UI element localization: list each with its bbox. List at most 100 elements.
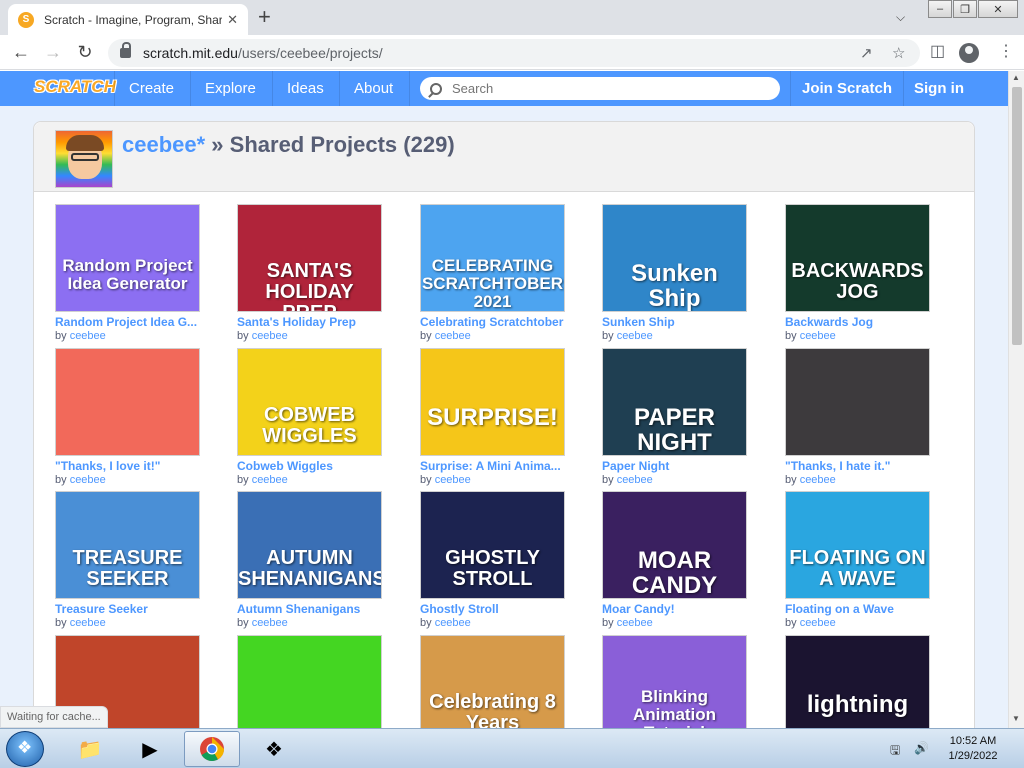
tab-close-icon[interactable]: ✕ <box>227 12 238 28</box>
project-thumbnail[interactable]: SURPRISE! <box>420 348 565 456</box>
project-card[interactable]: Blinking Animation Tutorial <box>602 635 749 728</box>
project-thumbnail[interactable]: GHOSTLY STROLL <box>420 491 565 599</box>
author-link[interactable]: ceebee <box>617 617 653 629</box>
user-avatar[interactable] <box>55 130 113 188</box>
page-scrollbar[interactable]: ▲ ▼ <box>1008 71 1024 728</box>
project-card[interactable]: PAPER NIGHT Paper Night by ceebee <box>602 348 749 486</box>
search-input[interactable] <box>452 81 752 96</box>
browser-menu-icon[interactable]: ⋮ <box>998 41 1014 61</box>
nav-ideas-link[interactable]: Ideas <box>287 80 324 97</box>
forward-arrow-icon[interactable]: → <box>42 41 64 63</box>
project-thumbnail[interactable]: BACKWARDS JOG <box>785 204 930 312</box>
project-title-link[interactable]: Floating on a Wave <box>785 602 932 616</box>
project-title-link[interactable]: Treasure Seeker <box>55 602 202 616</box>
join-scratch-link[interactable]: Join Scratch <box>802 80 892 97</box>
project-title-link[interactable]: Autumn Shenanigans <box>237 602 384 616</box>
explorer-folder-icon[interactable]: 📁 <box>62 731 118 767</box>
author-link[interactable]: ceebee <box>252 330 288 342</box>
project-thumbnail[interactable]: FLOATING ON A WAVE <box>785 491 930 599</box>
chrome-taskbar-icon[interactable] <box>184 731 240 767</box>
scroll-down-arrow-icon[interactable]: ▼ <box>1012 714 1020 723</box>
project-title-link[interactable]: Moar Candy! <box>602 602 749 616</box>
author-link[interactable]: ceebee <box>70 474 106 486</box>
author-link[interactable]: ceebee <box>435 617 471 629</box>
project-card[interactable] <box>237 635 384 728</box>
project-thumbnail[interactable]: Sunken Ship <box>602 204 747 312</box>
project-card[interactable]: COBWEB WIGGLES Cobweb Wiggles by ceebee <box>237 348 384 486</box>
maximize-button[interactable]: ❐ <box>953 0 977 18</box>
project-title-link[interactable]: Paper Night <box>602 459 749 473</box>
author-link[interactable]: ceebee <box>617 474 653 486</box>
windows-flag-icon[interactable]: ❖ <box>246 731 302 767</box>
project-title-link[interactable]: Ghostly Stroll <box>420 602 567 616</box>
project-thumbnail[interactable]: AUTUMN SHENANIGANS <box>237 491 382 599</box>
project-title-link[interactable]: Sunken Ship <box>602 315 749 329</box>
author-link[interactable]: ceebee <box>435 474 471 486</box>
project-title-link[interactable]: "Thanks, I hate it." <box>785 459 932 473</box>
author-link[interactable]: ceebee <box>70 617 106 629</box>
project-thumbnail[interactable]: Blinking Animation Tutorial <box>602 635 747 728</box>
side-panel-icon[interactable]: ◫ <box>930 41 945 61</box>
site-search-box[interactable] <box>420 77 780 100</box>
project-card[interactable]: BACKWARDS JOG Backwards Jog by ceebee <box>785 204 932 342</box>
browser-tab-scratch[interactable]: S Scratch - Imagine, Program, Share ✕ <box>8 4 248 35</box>
project-thumbnail[interactable]: MOAR CANDY <box>602 491 747 599</box>
start-button[interactable] <box>6 731 44 767</box>
minimize-button[interactable]: – <box>928 0 952 18</box>
scrollbar-thumb[interactable] <box>1012 87 1022 345</box>
scroll-up-arrow-icon[interactable]: ▲ <box>1012 73 1020 82</box>
system-clock[interactable]: 10:52 AM 1/29/2022 <box>940 734 1006 764</box>
bookmark-star-icon[interactable]: ☆ <box>892 44 905 62</box>
project-card[interactable]: "Thanks, I hate it." by ceebee <box>785 348 932 486</box>
project-title-link[interactable]: Cobweb Wiggles <box>237 459 384 473</box>
nav-explore-link[interactable]: Explore <box>205 80 256 97</box>
author-link[interactable]: ceebee <box>800 330 836 342</box>
author-link[interactable]: ceebee <box>435 330 471 342</box>
author-link[interactable]: ceebee <box>70 330 106 342</box>
project-card[interactable]: Sunken Ship Sunken Ship by ceebee <box>602 204 749 342</box>
project-thumbnail[interactable]: CELEBRATING SCRATCHTOBER 2021 <box>420 204 565 312</box>
share-icon[interactable]: ↗ <box>860 44 873 62</box>
nav-about-link[interactable]: About <box>354 80 393 97</box>
author-link[interactable]: ceebee <box>800 617 836 629</box>
network-icon[interactable]: 🖫 <box>890 741 900 762</box>
project-thumbnail[interactable]: lightning <box>785 635 930 728</box>
project-card[interactable]: FLOATING ON A WAVE Floating on a Wave by c… <box>785 491 932 629</box>
project-card[interactable]: AUTUMN SHENANIGANS Autumn Shenanigans by c… <box>237 491 384 629</box>
project-thumbnail[interactable] <box>55 348 200 456</box>
author-link[interactable]: ceebee <box>617 330 653 342</box>
project-card[interactable]: Celebrating 8 Years <box>420 635 567 728</box>
project-card[interactable]: CELEBRATING SCRATCHTOBER 2021 Celebrating… <box>420 204 567 342</box>
username-link[interactable]: ceebee* <box>122 132 205 157</box>
project-card[interactable]: SURPRISE! Surprise: A Mini Anima... by cee… <box>420 348 567 486</box>
nav-create-link[interactable]: Create <box>129 80 174 97</box>
project-card[interactable]: "Thanks, I love it!" by ceebee <box>55 348 202 486</box>
back-arrow-icon[interactable]: ← <box>10 41 32 63</box>
project-thumbnail[interactable] <box>785 348 930 456</box>
tab-search-chevron-icon[interactable]: ⌵ <box>896 10 905 25</box>
project-card[interactable]: TREASURE SEEKER Treasure Seeker by ceebee <box>55 491 202 629</box>
project-title-link[interactable]: "Thanks, I love it!" <box>55 459 202 473</box>
project-thumbnail[interactable]: Celebrating 8 Years <box>420 635 565 728</box>
project-card[interactable]: SANTA'S HOLIDAY PREP Santa's Holiday Prep… <box>237 204 384 342</box>
new-tab-button[interactable]: + <box>258 6 271 28</box>
project-title-link[interactable]: Random Project Idea G... <box>55 315 202 329</box>
project-thumbnail[interactable]: COBWEB WIGGLES <box>237 348 382 456</box>
project-thumbnail[interactable]: SANTA'S HOLIDAY PREP <box>237 204 382 312</box>
author-link[interactable]: ceebee <box>800 474 836 486</box>
window-close-button[interactable]: ✕ <box>978 0 1018 18</box>
project-title-link[interactable]: Santa's Holiday Prep <box>237 315 384 329</box>
sign-in-link[interactable]: Sign in <box>914 80 964 97</box>
scratch-logo[interactable]: SCRATCH <box>34 77 116 97</box>
project-card[interactable]: GHOSTLY STROLL Ghostly Stroll by ceebee <box>420 491 567 629</box>
reload-icon[interactable]: ↻ <box>74 41 96 63</box>
project-thumbnail[interactable]: Random Project Idea Generator <box>55 204 200 312</box>
profile-avatar-icon[interactable] <box>959 43 979 63</box>
project-card[interactable]: MOAR CANDY Moar Candy! by ceebee <box>602 491 749 629</box>
project-title-link[interactable]: Backwards Jog <box>785 315 932 329</box>
media-player-icon[interactable]: ▶ <box>122 731 178 767</box>
project-title-link[interactable]: Surprise: A Mini Anima... <box>420 459 567 473</box>
address-bar[interactable]: scratch.mit.edu/users/ceebee/projects/ ↗… <box>108 39 920 67</box>
project-card[interactable]: Random Project Idea Generator Random Proj… <box>55 204 202 342</box>
project-thumbnail[interactable] <box>237 635 382 728</box>
